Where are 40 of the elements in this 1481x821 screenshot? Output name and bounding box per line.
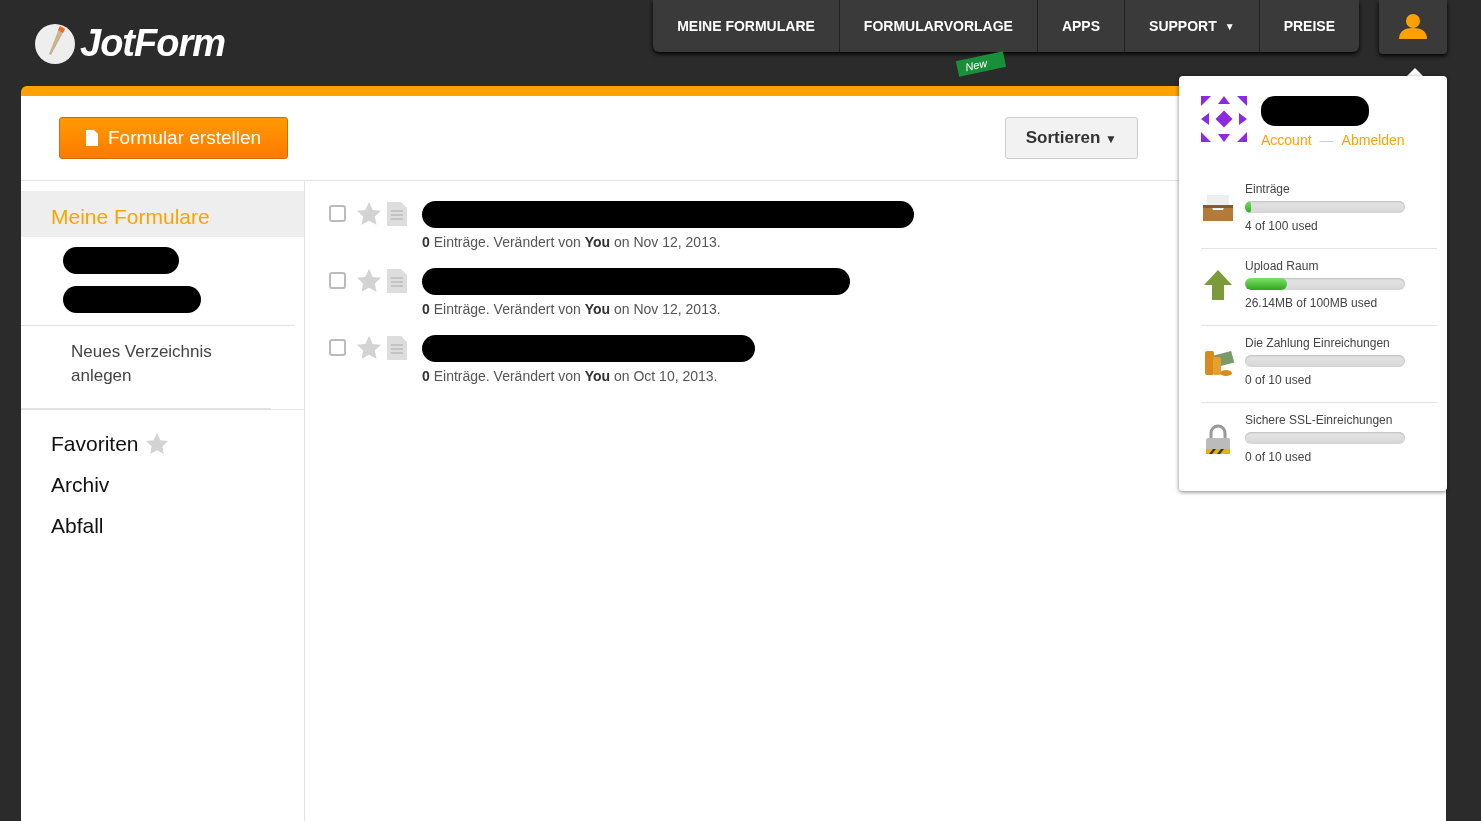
usage-label: Upload Raum [1245,259,1320,273]
form-meta-text: 0 Einträge. Verändert von You on Nov 12, 2013. [422,301,722,317]
usage-reading: 26.14MB of 100MB used [1245,296,1379,310]
sort-button[interactable]: Sortieren ▼ [1004,117,1138,159]
user-icon [1397,13,1429,41]
checkbox[interactable] [329,205,346,222]
sidebar-item[interactable]: Favoriten [21,424,199,465]
nav-tab[interactable]: APPS [1036,0,1125,52]
star-icon[interactable] [356,201,382,227]
nav-tab[interactable]: FORMULARVORLAGE [838,0,1037,52]
usage-label: Einträge [1245,182,1291,196]
form-meta-text: 0 Einträge. Verändert von You on Nov 12, 2013. [422,234,722,250]
checkbox[interactable] [329,272,346,289]
separator-dash: — [1319,132,1334,148]
nav-tab[interactable]: SUPPORT ▼ [1124,0,1259,52]
document-icon [386,268,408,294]
form-meta-text: 0 Einträge. Verändert von You on Oct 10, 2013. [422,368,719,384]
new-ribbon: New [955,51,1007,77]
nav-tab[interactable]: PREISE [1258,0,1359,52]
caret-icon: ▼ [1224,20,1235,32]
usage-label: Sichere SSL-Einreichungen [1245,413,1394,427]
document-icon [386,201,408,227]
document-icon [386,335,408,361]
avatar-pattern-icon [1201,96,1247,142]
star-icon[interactable] [356,268,382,294]
nav-tab[interactable]: MEINE FORMULARE [653,0,839,52]
usage-label: Die Zahlung Einreichungen [1245,336,1391,350]
pencil-logo-icon [34,22,76,65]
star-icon[interactable] [144,432,169,456]
checkbox[interactable] [329,339,346,356]
caret-icon: ▼ [1105,132,1117,146]
usage-reading: 0 of 10 used [1245,450,1313,464]
new-folder-link[interactable]: Neues Verzeichnis anlegen [21,326,271,409]
document-icon [86,130,98,146]
sidebar-item[interactable]: Abfall [21,506,134,547]
sidebar-item[interactable]: Archiv [21,465,140,506]
star-icon[interactable] [356,335,382,361]
usage-reading: 0 of 10 used [1245,373,1313,387]
usage-reading: 4 of 100 used [1245,219,1319,233]
logo-wordmark: JotForm [80,22,225,65]
